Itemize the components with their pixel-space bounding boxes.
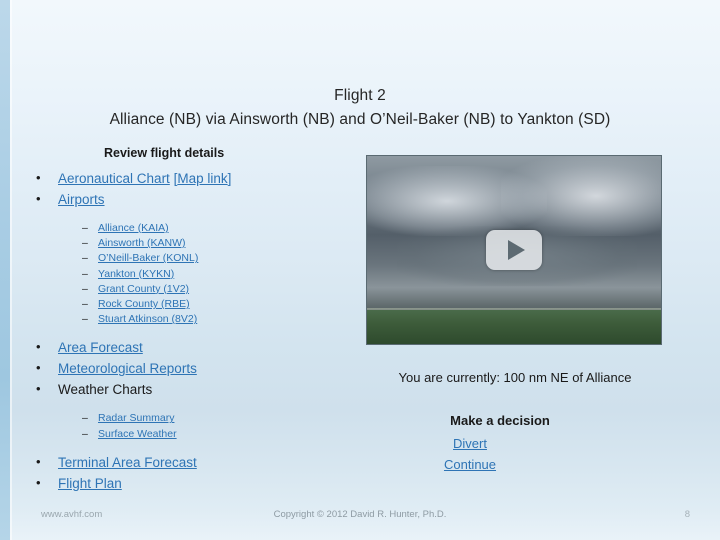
sub-item-airport-5: Grant County (1V2) bbox=[22, 282, 372, 297]
bullet-terminal-area-forecast: Terminal Area Forecast bbox=[22, 451, 372, 473]
map-link-bracket-close: ] bbox=[227, 171, 232, 186]
airport-link-yankton[interactable]: Yankton (KYKN) bbox=[98, 268, 174, 280]
aeronautical-chart-link[interactable]: Aeronautical Chart bbox=[58, 171, 170, 186]
airport-link-grant-county[interactable]: Grant County (1V2) bbox=[98, 283, 189, 295]
sub-item-airport-4: Yankton (KYKN) bbox=[22, 267, 372, 282]
airport-link-oneill-baker[interactable]: O’Neill-Baker (KONL) bbox=[98, 252, 198, 264]
slide: Flight 2 Alliance (NB) via Ainsworth (NB… bbox=[0, 0, 720, 540]
sub-item-airport-3: O’Neill-Baker (KONL) bbox=[22, 251, 372, 266]
flight-plan-link[interactable]: Flight Plan bbox=[58, 476, 122, 491]
page-title: Flight 2 Alliance (NB) via Ainsworth (NB… bbox=[0, 84, 720, 132]
sub-item-airport-7: Stuart Atkinson (8V2) bbox=[22, 312, 372, 327]
surface-weather-link[interactable]: Surface Weather bbox=[98, 428, 177, 440]
footer-copyright: Copyright © 2012 David R. Hunter, Ph.D. bbox=[273, 509, 447, 520]
spacer-airports bbox=[22, 210, 372, 221]
bullet-weather-charts: Weather Charts bbox=[22, 378, 372, 400]
make-a-decision-heading: Make a decision bbox=[450, 413, 550, 428]
area-forecast-link[interactable]: Area Forecast bbox=[58, 340, 143, 355]
content-bullet-list: Aeronautical Chart [Map link] Airports A… bbox=[22, 167, 372, 494]
airport-link-ainsworth[interactable]: Ainsworth (KANW) bbox=[98, 237, 186, 249]
left-accent-band bbox=[0, 0, 10, 540]
sub-item-airport-2: Ainsworth (KANW) bbox=[22, 236, 372, 251]
sub-item-weather-1: Radar Summary bbox=[22, 411, 372, 426]
play-icon[interactable] bbox=[486, 230, 542, 270]
spacer-after-airports bbox=[22, 327, 372, 337]
meteorological-reports-link[interactable]: Meteorological Reports bbox=[58, 361, 197, 376]
divert-link[interactable]: Divert bbox=[355, 436, 585, 451]
footer-page-number: 8 bbox=[684, 509, 690, 520]
play-triangle-icon bbox=[508, 240, 525, 260]
title-line-1: Flight 2 bbox=[334, 87, 386, 104]
title-line-2: Alliance (NB) via Ainsworth (NB) and O’N… bbox=[109, 111, 611, 128]
spacer-weather-charts bbox=[22, 400, 372, 411]
terminal-area-forecast-link[interactable]: Terminal Area Forecast bbox=[58, 455, 197, 470]
weather-charts-label: Weather Charts bbox=[58, 382, 153, 398]
airport-link-rock-county[interactable]: Rock County (RBE) bbox=[98, 298, 190, 310]
terrain bbox=[367, 310, 661, 344]
video-thumbnail[interactable] bbox=[366, 155, 662, 345]
continue-link[interactable]: Continue bbox=[355, 457, 585, 472]
bullet-airports: Airports bbox=[22, 188, 372, 210]
sub-item-airport-1: Alliance (KAIA) bbox=[22, 221, 372, 236]
review-flight-details-heading: Review flight details bbox=[104, 146, 225, 160]
sub-item-weather-2: Surface Weather bbox=[22, 427, 372, 442]
bullet-aeronautical-chart: Aeronautical Chart [Map link] bbox=[22, 167, 372, 189]
cloud-decoration-2 bbox=[501, 156, 661, 236]
bullet-flight-plan: Flight Plan bbox=[22, 472, 372, 494]
current-position-status: You are currently: 100 nm NE of Alliance bbox=[398, 370, 632, 385]
bullet-area-forecast: Area Forecast bbox=[22, 336, 372, 358]
radar-summary-link[interactable]: Radar Summary bbox=[98, 412, 174, 424]
airport-link-alliance[interactable]: Alliance (KAIA) bbox=[98, 222, 169, 234]
airport-link-stuart-atkinson[interactable]: Stuart Atkinson (8V2) bbox=[98, 313, 197, 325]
airports-link[interactable]: Airports bbox=[58, 192, 105, 207]
map-link[interactable]: Map link bbox=[177, 171, 227, 186]
spacer-after-weather bbox=[22, 442, 372, 452]
sub-item-airport-6: Rock County (RBE) bbox=[22, 297, 372, 312]
bullet-meteorological-reports: Meteorological Reports bbox=[22, 357, 372, 379]
left-accent-band-edge bbox=[10, 0, 12, 540]
